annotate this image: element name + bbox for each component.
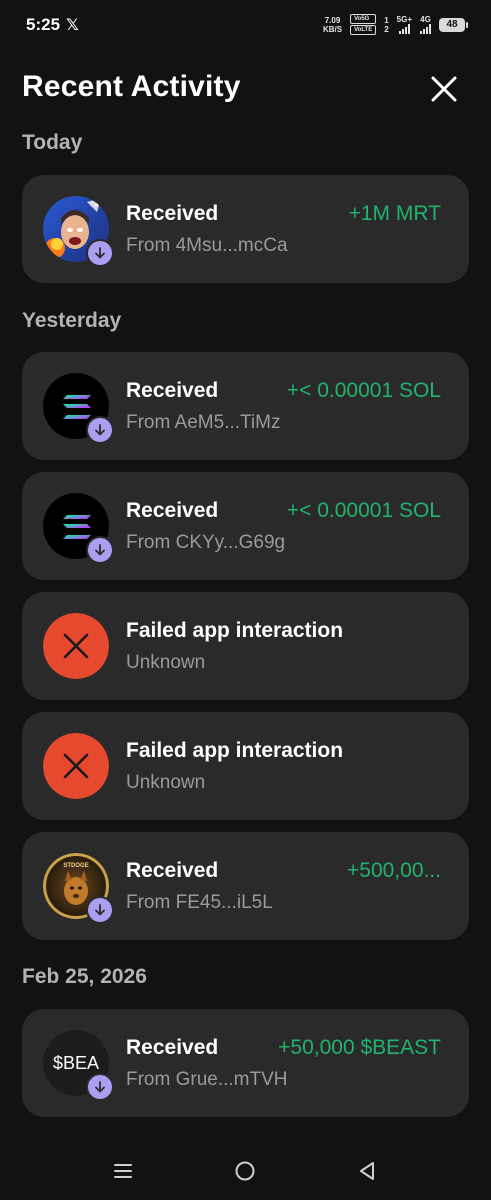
activity-item[interactable]: Failed app interaction Unknown xyxy=(22,592,469,700)
activity-subtitle: From AeM5...TiMz xyxy=(126,412,281,433)
x-app-icon: 𝕏 xyxy=(66,17,79,34)
sim1-label: 1 xyxy=(384,15,389,25)
activity-item[interactable]: Failed app interaction Unknown xyxy=(22,712,469,820)
activity-subtitle: From 4Msu...mcCa xyxy=(126,235,288,256)
page-title: Recent Activity xyxy=(22,70,241,103)
status-indicators: 7.09 KB/S Vo5G VoLTE 1 2 5G+ 4G 48 xyxy=(323,14,468,35)
system-nav-bar xyxy=(0,1145,491,1200)
activity-subtitle: From CKYy...G69g xyxy=(126,532,286,553)
activity-title: Received xyxy=(126,859,219,882)
failed-icon xyxy=(43,613,109,679)
signal-sim2: 4G xyxy=(420,14,431,34)
beast-avatar-text: $BEA xyxy=(52,1052,100,1073)
activity-amount: +50,000 $BEAST xyxy=(278,1036,441,1059)
recents-button[interactable] xyxy=(111,1159,135,1183)
activity-subtitle: Unknown xyxy=(126,652,206,673)
activity-item[interactable]: STDOGE Received From FE45...iL5L +500,00… xyxy=(22,832,469,940)
sim2-label: 2 xyxy=(384,24,389,34)
back-button[interactable] xyxy=(355,1159,379,1183)
home-button[interactable] xyxy=(233,1159,257,1183)
activity-item[interactable]: Received From AeM5...TiMz +< 0.00001 SOL xyxy=(22,352,469,460)
network-speed: 7.09 KB/S xyxy=(323,16,342,34)
activity-item[interactable]: Received From 4Msu...mcCa +1M MRT xyxy=(22,175,469,283)
arrow-down-icon xyxy=(95,904,105,916)
battery-icon: 48 xyxy=(439,17,468,32)
network-type-2: 4G xyxy=(420,14,431,24)
section-label-today: Today xyxy=(22,131,83,154)
status-bar: 5:25 𝕏 7.09 KB/S Vo5G VoLTE 1 2 5G+ 4G 4… xyxy=(0,0,491,52)
section-label-date: Feb 25, 2026 xyxy=(22,965,147,988)
activity-title: Received xyxy=(126,202,219,225)
volte-label: VoLTE xyxy=(350,25,377,35)
activity-subtitle: From FE45...iL5L xyxy=(126,892,273,913)
section-label-yesterday: Yesterday xyxy=(22,309,122,332)
received-badge xyxy=(86,416,114,444)
arrow-down-icon xyxy=(95,544,105,556)
failed-icon xyxy=(43,733,109,799)
activity-title: Received xyxy=(126,379,219,402)
network-speed-value: 7.09 xyxy=(324,15,341,25)
arrow-down-icon xyxy=(95,247,105,259)
activity-amount: +< 0.00001 SOL xyxy=(286,379,441,402)
back-triangle-icon xyxy=(360,1162,374,1180)
network-speed-unit: KB/S xyxy=(322,24,343,34)
received-badge xyxy=(86,239,114,267)
activity-amount: +500,00... xyxy=(347,859,441,882)
signal-bars-icon xyxy=(420,23,431,34)
activity-amount: +1M MRT xyxy=(348,202,441,225)
received-badge xyxy=(86,536,114,564)
activity-amount: +< 0.00001 SOL xyxy=(286,499,441,522)
network-type-1: 5G+ xyxy=(396,14,412,24)
received-badge xyxy=(86,896,114,924)
activity-subtitle: From Grue...mTVH xyxy=(126,1069,288,1090)
activity-item[interactable]: $BEA Received From Grue...mTVH +50,000 $… xyxy=(22,1009,469,1117)
status-time: 5:25 xyxy=(26,15,61,34)
stdoge-label: STDOGE xyxy=(63,863,88,869)
signal-sim1: 5G+ xyxy=(396,14,412,34)
activity-title: Failed app interaction xyxy=(126,619,344,642)
arrow-down-icon xyxy=(95,1081,105,1093)
arrow-down-icon xyxy=(95,424,105,436)
volte-indicator: Vo5G VoLTE xyxy=(350,14,377,35)
vo5g-label: Vo5G xyxy=(350,14,377,24)
sim-numbers: 1 2 xyxy=(384,16,388,34)
activity-subtitle: Unknown xyxy=(126,772,206,793)
close-icon xyxy=(431,76,457,102)
received-badge xyxy=(86,1073,114,1101)
battery-level: 48 xyxy=(446,19,458,30)
close-button[interactable] xyxy=(427,72,461,106)
activity-title: Received xyxy=(126,1036,219,1059)
activity-title: Received xyxy=(126,499,219,522)
activity-title: Failed app interaction xyxy=(126,739,344,762)
activity-item[interactable]: Received From CKYy...G69g +< 0.00001 SOL xyxy=(22,472,469,580)
home-circle-icon xyxy=(235,1161,255,1181)
menu-icon xyxy=(114,1164,132,1178)
signal-bars-icon xyxy=(398,23,410,34)
